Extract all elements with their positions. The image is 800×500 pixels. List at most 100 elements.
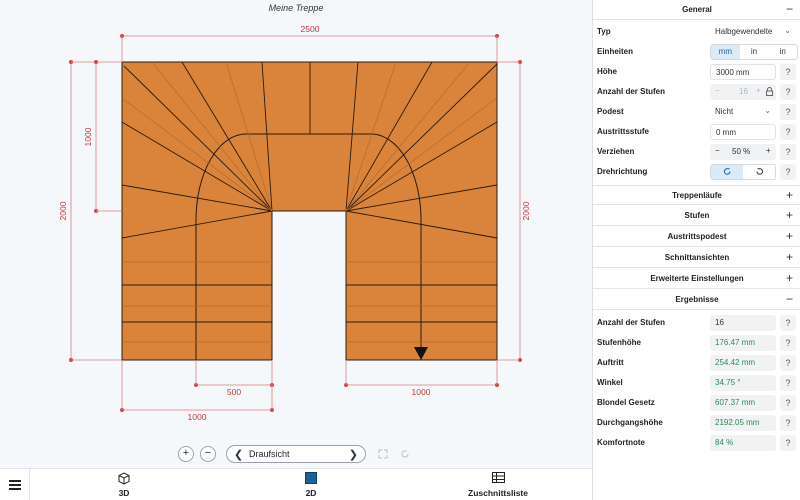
result-row: Auftritt 254.42 mm ? — [593, 353, 800, 373]
view-label: Draufsicht — [249, 449, 290, 459]
result-value: 16 — [710, 315, 776, 331]
rotate-clockwise-icon[interactable] — [711, 165, 743, 179]
austritt-input[interactable]: 0 mm — [710, 124, 776, 140]
help-icon[interactable]: ? — [780, 315, 796, 331]
result-label: Durchgangshöhe — [597, 418, 663, 427]
section-austrittspodest[interactable]: Austrittspodest + — [593, 227, 800, 247]
result-row: Durchgangshöhe 2192.05 mm ? — [593, 413, 800, 433]
view-prev-button[interactable]: ❮ — [234, 448, 243, 461]
row-typ: Typ Halbgewendelte ⌄ — [593, 22, 800, 42]
expand-icon[interactable]: + — [786, 208, 793, 222]
result-label: Auftritt — [597, 358, 624, 367]
help-icon[interactable]: ? — [780, 375, 796, 391]
result-value: 607.37 mm — [710, 395, 776, 411]
drawing-canvas[interactable]: Meine Treppe 2500 2000 1000 2000 500 100… — [0, 0, 592, 468]
help-icon[interactable]: ? — [780, 84, 796, 100]
chevron-down-icon: ⌄ — [764, 106, 771, 115]
unit-mm-option[interactable]: mm — [711, 45, 740, 59]
section-general[interactable]: General − — [593, 0, 800, 20]
podest-select[interactable]: Nicht ⌄ — [710, 104, 776, 120]
result-label: Blondel Gesetz — [597, 398, 655, 407]
verziehen-label: Verziehen — [597, 147, 635, 156]
menu-button[interactable] — [0, 469, 30, 500]
hoehe-input[interactable]: 3000 mm — [710, 64, 776, 80]
decrement-icon[interactable]: − — [715, 86, 720, 95]
collapse-icon[interactable]: − — [786, 2, 793, 16]
section-title: Schnittansichten — [664, 253, 730, 262]
tab-2d[interactable]: 2D — [251, 472, 371, 498]
verziehen-stepper[interactable]: − 50 % + — [710, 144, 776, 160]
collapse-icon[interactable]: − — [786, 292, 793, 306]
zoom-in-button[interactable]: + — [178, 446, 194, 462]
section-title: Stufen — [684, 211, 710, 220]
tab-cutlist-label: Zuschnittsliste — [468, 488, 528, 498]
increment-icon[interactable]: + — [756, 86, 761, 95]
units-toggle[interactable]: mm in in — [710, 44, 798, 60]
settings-panel: General − Typ Halbgewendelte ⌄ Einheiten… — [592, 0, 800, 500]
help-icon[interactable]: ? — [780, 104, 796, 120]
bottom-toolbar: 3D 2D Zuschnittsliste — [0, 468, 592, 500]
section-stufen[interactable]: Stufen + — [593, 206, 800, 226]
result-label: Komfortnote — [597, 438, 645, 447]
expand-icon[interactable]: + — [786, 188, 793, 202]
rotate-counterclockwise-icon[interactable] — [743, 165, 775, 179]
help-icon[interactable]: ? — [780, 355, 796, 371]
result-value: 176.47 mm — [710, 335, 776, 351]
row-austritt: Austrittsstufe 0 mm ? — [593, 122, 800, 142]
tab-3d[interactable]: 3D — [64, 472, 184, 498]
view-next-button[interactable]: ❯ — [349, 448, 358, 461]
fullscreen-icon[interactable] — [378, 449, 388, 462]
help-icon[interactable]: ? — [780, 415, 796, 431]
zoom-out-button[interactable]: − — [200, 446, 216, 462]
help-icon[interactable]: ? — [780, 144, 796, 160]
tab-cutlist[interactable]: Zuschnittsliste — [438, 472, 558, 498]
help-icon[interactable]: ? — [780, 124, 796, 140]
table-icon — [438, 472, 558, 486]
stufen-stepper[interactable]: − 16 + — [710, 84, 776, 100]
help-icon[interactable]: ? — [780, 395, 796, 411]
unit-in-option[interactable]: in — [740, 45, 769, 59]
row-einheiten: Einheiten mm in in — [593, 42, 800, 62]
result-value: 34.75 ° — [710, 375, 776, 391]
dim-right-total: 2000 — [521, 201, 531, 220]
help-icon[interactable]: ? — [780, 435, 796, 451]
stair-plan: 2500 2000 1000 2000 500 1000 1000 — [58, 24, 531, 422]
unit-in-fraction-option[interactable]: in — [768, 45, 797, 59]
section-general-title: General — [682, 5, 712, 14]
help-icon[interactable]: ? — [780, 335, 796, 351]
lock-icon[interactable] — [766, 87, 773, 98]
view-selector[interactable]: ❮ Draufsicht ❯ — [226, 445, 366, 463]
square-icon — [251, 472, 371, 486]
expand-icon[interactable]: + — [786, 250, 793, 264]
result-label: Winkel — [597, 378, 623, 387]
expand-icon[interactable]: + — [786, 229, 793, 243]
section-schnittansichten[interactable]: Schnittansichten + — [593, 248, 800, 268]
menu-icon — [9, 480, 21, 482]
section-erweiterte-einstellungen[interactable]: Erweiterte Einstellungen + — [593, 269, 800, 289]
typ-label: Typ — [597, 27, 611, 36]
decrement-icon[interactable]: − — [715, 146, 720, 155]
help-icon[interactable]: ? — [780, 164, 796, 180]
section-treppenlaeufe[interactable]: Treppenläufe + — [593, 185, 800, 205]
result-value: 84 % — [710, 435, 776, 451]
result-row: Blondel Gesetz 607.37 mm ? — [593, 393, 800, 413]
rotation-toggle[interactable] — [710, 164, 776, 180]
result-label: Stufenhöhe — [597, 338, 641, 347]
stair-body — [121, 61, 498, 361]
row-stufen: Anzahl der Stufen − 16 + ? — [593, 82, 800, 102]
help-icon[interactable]: ? — [780, 64, 796, 80]
austritt-label: Austrittsstufe — [597, 127, 650, 136]
section-ergebnisse-title: Ergebnisse — [675, 295, 719, 304]
expand-icon[interactable]: + — [786, 271, 793, 285]
section-title: Treppenläufe — [672, 191, 722, 200]
reset-view-icon[interactable] — [400, 449, 410, 462]
einheiten-label: Einheiten — [597, 47, 634, 56]
stufen-value: 16 — [739, 87, 748, 96]
dim-bottom-right: 1000 — [412, 387, 431, 397]
section-ergebnisse[interactable]: Ergebnisse − — [593, 290, 800, 310]
dim-left-upper: 1000 — [83, 127, 93, 146]
typ-value: Halbgewendelte — [715, 27, 773, 36]
stufen-label: Anzahl der Stufen — [597, 87, 666, 96]
typ-select[interactable]: Halbgewendelte ⌄ — [710, 24, 796, 40]
increment-icon[interactable]: + — [766, 146, 771, 155]
